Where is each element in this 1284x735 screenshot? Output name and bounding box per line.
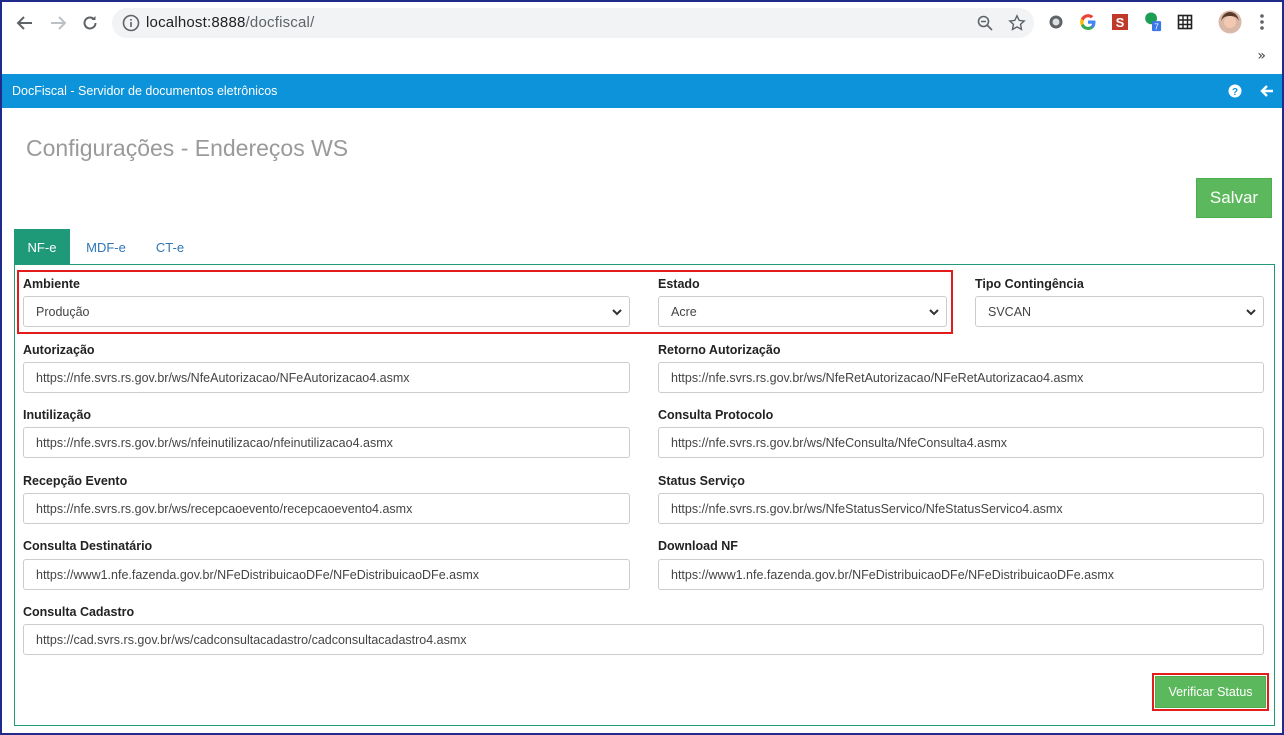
- back-button[interactable]: [13, 11, 37, 35]
- svg-text:?: ?: [1232, 87, 1238, 98]
- reload-button[interactable]: [78, 11, 102, 35]
- retorno-autorizacao-input[interactable]: https://nfe.svrs.rs.gov.br/ws/NfeRetAuto…: [658, 362, 1264, 393]
- green-extension-icon[interactable]: 7: [1142, 12, 1162, 32]
- status-servico-input[interactable]: https://nfe.svrs.rs.gov.br/ws/NfeStatusS…: [658, 493, 1264, 524]
- help-icon: ?: [1228, 84, 1242, 98]
- ambiente-label: Ambiente: [23, 277, 80, 291]
- back-arrow-icon: [16, 16, 32, 30]
- consulta-cadastro-label: Consulta Cadastro: [23, 605, 135, 619]
- avatar[interactable]: [1218, 10, 1242, 34]
- browser-toolbar: localhost:8888/docfiscal/ S 7: [2, 2, 1282, 44]
- svg-text:S: S: [1116, 15, 1125, 30]
- help-button[interactable]: ?: [1226, 82, 1244, 100]
- consulta-destinatario-label: Consulta Destinatário: [23, 539, 153, 553]
- tipo-contingencia-label: Tipo Contingência: [975, 277, 1084, 291]
- info-icon[interactable]: [122, 14, 140, 32]
- consulta-protocolo-label: Consulta Protocolo: [658, 408, 774, 422]
- url-text[interactable]: localhost:8888/docfiscal/: [146, 14, 314, 31]
- status-servico-label: Status Serviço: [658, 474, 745, 488]
- inutilizacao-label: Inutilização: [23, 408, 92, 422]
- estado-value: Acre: [671, 304, 697, 319]
- address-bar[interactable]: localhost:8888/docfiscal/: [112, 8, 1034, 38]
- recepcao-evento-label: Recepção Evento: [23, 474, 128, 488]
- consulta-protocolo-input[interactable]: https://nfe.svrs.rs.gov.br/ws/NfeConsult…: [658, 427, 1264, 458]
- tab-nfe[interactable]: NF-e: [14, 229, 70, 265]
- ambiente-select[interactable]: Produção: [23, 296, 630, 327]
- forward-button[interactable]: [46, 11, 70, 35]
- forward-arrow-icon: [51, 16, 67, 30]
- download-nf-input[interactable]: https://www1.nfe.fazenda.gov.br/NFeDistr…: [658, 559, 1264, 590]
- ambiente-value: Produção: [36, 304, 90, 319]
- more-bookmarks-button[interactable]: »: [1257, 48, 1266, 64]
- tipo-contingencia-select[interactable]: SVCAN: [975, 296, 1264, 327]
- app-title: DocFiscal - Servidor de documentos eletr…: [12, 84, 278, 98]
- inutilizacao-input[interactable]: https://nfe.svrs.rs.gov.br/ws/nfeinutili…: [23, 427, 630, 458]
- s-extension-icon[interactable]: S: [1110, 12, 1130, 32]
- extension-circle-icon[interactable]: [1046, 12, 1066, 32]
- consulta-cadastro-input[interactable]: https://cad.svrs.rs.gov.br/ws/cadconsult…: [23, 624, 1264, 655]
- exit-button[interactable]: [1258, 82, 1276, 100]
- chevron-down-icon: [612, 309, 622, 316]
- estado-select[interactable]: Acre: [658, 296, 947, 327]
- autorizacao-input[interactable]: https://nfe.svrs.rs.gov.br/ws/NfeAutoriz…: [23, 362, 630, 393]
- extension-badge: 7: [1154, 22, 1159, 31]
- retorno-autorizacao-label: Retorno Autorização: [658, 343, 781, 357]
- save-button[interactable]: Salvar: [1196, 178, 1272, 218]
- autorizacao-label: Autorização: [23, 343, 95, 357]
- reload-icon: [83, 16, 97, 30]
- recepcao-evento-input[interactable]: https://nfe.svrs.rs.gov.br/ws/recepcaoev…: [23, 493, 630, 524]
- page-title: Configurações - Endereços WS: [26, 135, 349, 161]
- tab-mdfe[interactable]: MDF-e: [74, 229, 138, 265]
- consulta-destinatario-input[interactable]: https://www1.nfe.fazenda.gov.br/NFeDistr…: [23, 559, 630, 590]
- verify-status-button[interactable]: Verificar Status: [1155, 676, 1266, 708]
- menu-dots-icon[interactable]: [1252, 12, 1272, 32]
- url-path: /docfiscal/: [245, 14, 315, 31]
- tab-cte[interactable]: CT-e: [146, 229, 194, 265]
- tipo-contingencia-value: SVCAN: [988, 304, 1032, 319]
- bookmarks-bar: »: [2, 44, 1282, 72]
- back-arrow-icon: [1260, 85, 1273, 97]
- chevron-down-icon: [929, 309, 939, 316]
- chevron-down-icon: [1246, 309, 1256, 316]
- download-nf-label: Download NF: [658, 539, 738, 553]
- estado-label: Estado: [658, 277, 700, 291]
- app-header: DocFiscal - Servidor de documentos eletr…: [2, 74, 1282, 108]
- grid-extension-icon[interactable]: [1175, 12, 1195, 32]
- google-icon[interactable]: [1078, 12, 1098, 32]
- bookmark-star-icon[interactable]: [1008, 14, 1026, 32]
- zoom-icon[interactable]: [976, 14, 994, 32]
- url-host: localhost:8888: [146, 14, 246, 31]
